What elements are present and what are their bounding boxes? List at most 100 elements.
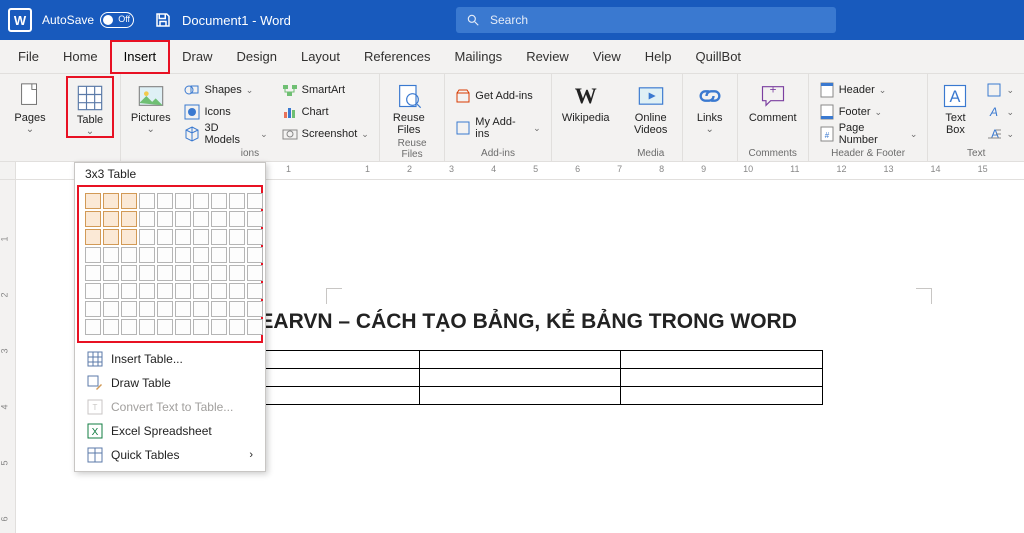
grid-cell[interactable] — [175, 319, 191, 335]
grid-cell[interactable] — [139, 301, 155, 317]
grid-cell[interactable] — [193, 283, 209, 299]
grid-cell[interactable] — [157, 193, 173, 209]
grid-cell[interactable] — [175, 193, 191, 209]
screenshot-button[interactable]: Screenshot⌄ — [278, 124, 373, 144]
grid-cell[interactable] — [229, 301, 245, 317]
grid-cell[interactable] — [211, 211, 227, 227]
grid-cell[interactable] — [139, 229, 155, 245]
grid-cell[interactable] — [85, 319, 101, 335]
grid-cell[interactable] — [103, 193, 119, 209]
grid-cell[interactable] — [193, 247, 209, 263]
chart-button[interactable]: Chart — [278, 102, 373, 122]
grid-cell[interactable] — [121, 301, 137, 317]
grid-cell[interactable] — [229, 247, 245, 263]
grid-cell[interactable] — [229, 265, 245, 281]
reuse-files-button[interactable]: Reuse Files — [386, 76, 432, 136]
grid-cell[interactable] — [139, 283, 155, 299]
footer-button[interactable]: Footer⌄ — [815, 102, 922, 122]
insert-table-item[interactable]: Insert Table... — [75, 347, 265, 371]
grid-cell[interactable] — [157, 319, 173, 335]
save-icon[interactable] — [154, 11, 172, 29]
grid-cell[interactable] — [247, 247, 263, 263]
grid-cell[interactable] — [211, 265, 227, 281]
tab-help[interactable]: Help — [633, 40, 684, 74]
links-button[interactable]: Links ⌄ — [689, 76, 731, 134]
online-videos-button[interactable]: Online Videos — [626, 76, 676, 136]
grid-cell[interactable] — [121, 229, 137, 245]
grid-cell[interactable] — [157, 247, 173, 263]
grid-cell[interactable] — [157, 211, 173, 227]
grid-cell[interactable] — [211, 283, 227, 299]
grid-cell[interactable] — [247, 211, 263, 227]
grid-cell[interactable] — [139, 319, 155, 335]
grid-cell[interactable] — [103, 265, 119, 281]
pages-button[interactable]: Pages ⌄ — [6, 76, 54, 134]
draw-table-item[interactable]: Draw Table — [75, 371, 265, 395]
search-input[interactable]: Search — [456, 7, 836, 33]
grid-cell[interactable] — [157, 229, 173, 245]
tab-quillbot[interactable]: QuillBot — [684, 40, 754, 74]
text-box-button[interactable]: A Text Box — [934, 76, 976, 136]
tab-home[interactable]: Home — [51, 40, 110, 74]
grid-cell[interactable] — [175, 247, 191, 263]
grid-cell[interactable] — [193, 319, 209, 335]
quick-parts-button[interactable]: ⌄ — [982, 80, 1018, 100]
tab-review[interactable]: Review — [514, 40, 581, 74]
grid-cell[interactable] — [103, 301, 119, 317]
smartart-button[interactable]: SmartArt — [278, 80, 373, 100]
grid-cell[interactable] — [229, 211, 245, 227]
grid-cell[interactable] — [247, 229, 263, 245]
document-table[interactable] — [217, 350, 823, 405]
grid-cell[interactable] — [229, 193, 245, 209]
tab-design[interactable]: Design — [225, 40, 289, 74]
grid-cell[interactable] — [139, 211, 155, 227]
grid-cell[interactable] — [85, 265, 101, 281]
grid-cell[interactable] — [193, 211, 209, 227]
grid-cell[interactable] — [121, 319, 137, 335]
grid-cell[interactable] — [247, 283, 263, 299]
grid-cell[interactable] — [175, 301, 191, 317]
grid-cell[interactable] — [211, 193, 227, 209]
grid-cell[interactable] — [139, 265, 155, 281]
pictures-button[interactable]: Pictures ⌄ — [127, 76, 174, 134]
tab-view[interactable]: View — [581, 40, 633, 74]
grid-cell[interactable] — [85, 211, 101, 227]
autosave-toggle[interactable]: AutoSave Off — [42, 12, 134, 28]
grid-cell[interactable] — [85, 301, 101, 317]
grid-cell[interactable] — [157, 301, 173, 317]
grid-cell[interactable] — [211, 319, 227, 335]
tab-draw[interactable]: Draw — [170, 40, 224, 74]
grid-cell[interactable] — [175, 229, 191, 245]
grid-cell[interactable] — [229, 283, 245, 299]
header-button[interactable]: Header⌄ — [815, 80, 922, 100]
grid-cell[interactable] — [247, 193, 263, 209]
grid-cell[interactable] — [175, 283, 191, 299]
grid-cell[interactable] — [121, 211, 137, 227]
grid-cell[interactable] — [139, 247, 155, 263]
page-number-button[interactable]: #Page Number⌄ — [815, 124, 922, 144]
get-addins-button[interactable]: Get Add-ins — [451, 86, 544, 106]
grid-cell[interactable] — [211, 229, 227, 245]
icons-button[interactable]: Icons — [180, 102, 271, 122]
grid-cell[interactable] — [193, 301, 209, 317]
grid-cell[interactable] — [175, 211, 191, 227]
grid-cell[interactable] — [85, 283, 101, 299]
grid-cell[interactable] — [193, 229, 209, 245]
my-addins-button[interactable]: My Add-ins⌄ — [451, 118, 544, 138]
grid-cell[interactable] — [121, 247, 137, 263]
grid-cell[interactable] — [193, 193, 209, 209]
grid-cell[interactable] — [103, 211, 119, 227]
shapes-button[interactable]: Shapes⌄ — [180, 80, 271, 100]
grid-cell[interactable] — [121, 193, 137, 209]
grid-cell[interactable] — [103, 283, 119, 299]
grid-cell[interactable] — [121, 265, 137, 281]
excel-spreadsheet-item[interactable]: X Excel Spreadsheet — [75, 419, 265, 443]
grid-cell[interactable] — [193, 265, 209, 281]
wikipedia-button[interactable]: W Wikipedia — [558, 76, 614, 124]
tab-references[interactable]: References — [352, 40, 442, 74]
grid-cell[interactable] — [229, 229, 245, 245]
grid-cell[interactable] — [103, 319, 119, 335]
tab-file[interactable]: File — [6, 40, 51, 74]
drop-cap-button[interactable]: A⌄ — [982, 124, 1018, 144]
grid-cell[interactable] — [247, 319, 263, 335]
